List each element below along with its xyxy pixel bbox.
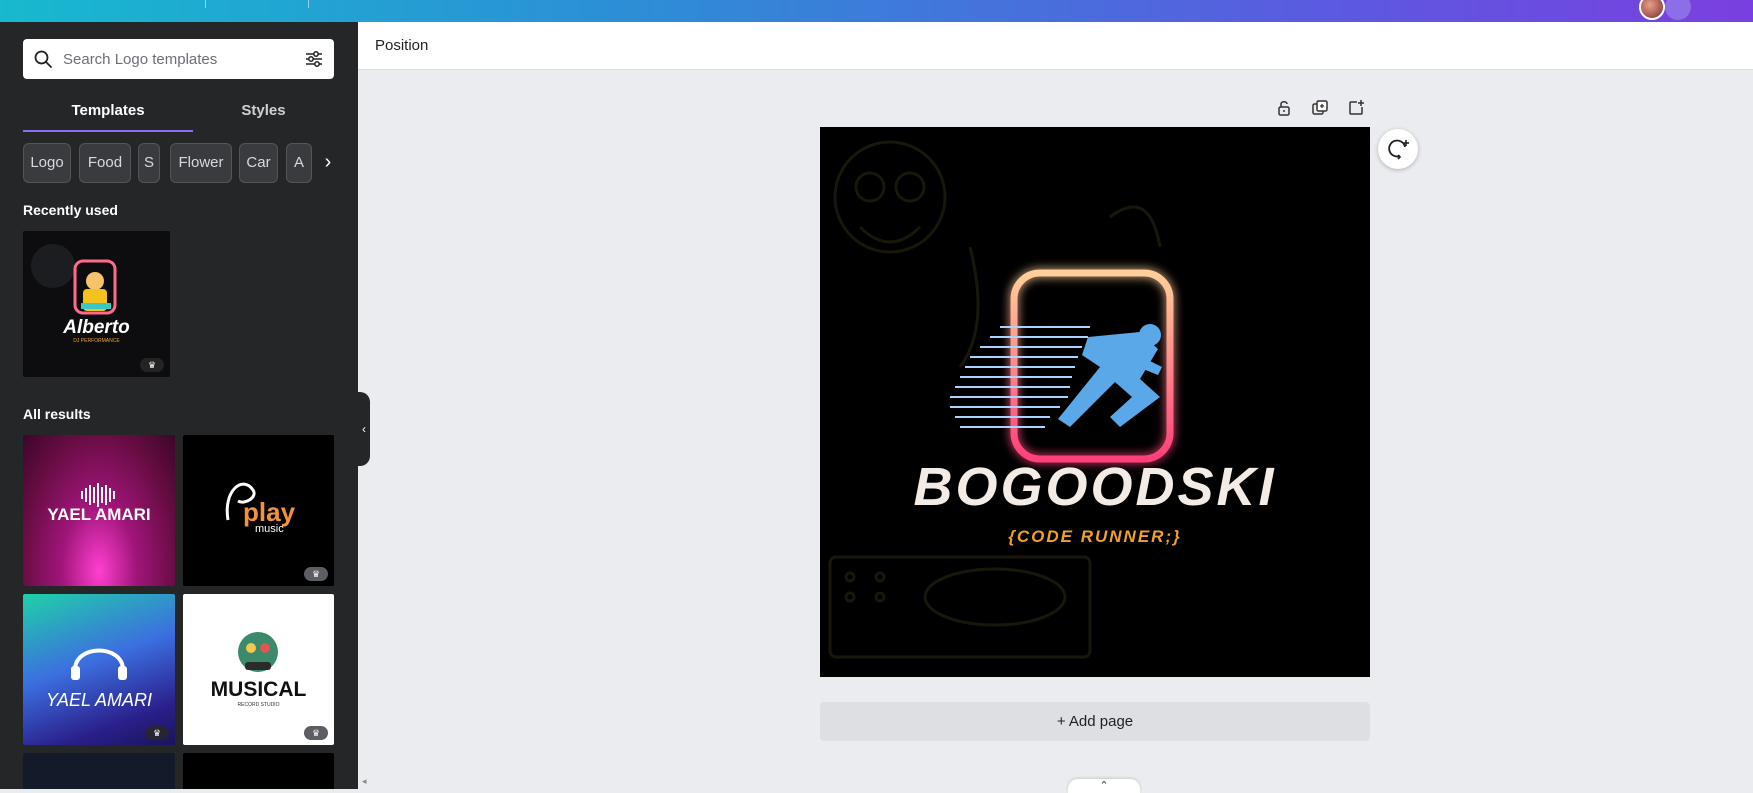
chip-a[interactable]: A <box>286 143 312 183</box>
scroll-left-icon[interactable]: ◂ <box>362 776 367 787</box>
chip-flower[interactable]: Flower <box>170 143 232 183</box>
brand-title: BOGOODSKI <box>913 457 1276 517</box>
thumb-title: Alberto <box>63 317 130 338</box>
template-partial[interactable] <box>183 753 334 789</box>
refresh-add-icon <box>1388 139 1409 160</box>
template-yael-amari-blue[interactable]: YAEL AMARI ♛ <box>23 594 175 745</box>
collaborator-avatar[interactable] <box>1665 0 1691 20</box>
lock-icon[interactable] <box>1274 98 1294 118</box>
thumb-title: MUSICAL <box>210 678 307 701</box>
thumb-title: YAEL AMARI <box>45 690 153 710</box>
templates-panel: Templates Styles Logo Food S Flower Car … <box>0 22 358 789</box>
user-avatar[interactable] <box>1639 0 1665 20</box>
chevron-right-icon[interactable]: › <box>317 143 339 183</box>
position-button[interactable]: Position <box>375 37 428 54</box>
regenerate-button[interactable] <box>1378 129 1418 169</box>
filter-icon[interactable] <box>304 49 324 69</box>
thumb-title: YAEL AMARI <box>47 505 151 524</box>
all-results-heading: All results <box>23 406 91 422</box>
tab-templates[interactable]: Templates <box>23 96 193 132</box>
premium-crown-icon: ♛ <box>140 358 164 372</box>
search-icon <box>34 50 52 68</box>
design-canvas[interactable]: BOGOODSKI {CODE RUNNER;} <box>820 127 1370 677</box>
pages-drawer-handle[interactable]: ⌃ <box>1068 779 1140 793</box>
chip-logo[interactable]: Logo <box>23 143 71 183</box>
alberto-thumbnail-art <box>23 231 170 377</box>
chip-car[interactable]: Car <box>239 143 278 183</box>
thumb-subtitle: RECORD STUDIO <box>237 702 280 708</box>
mascot-illustration <box>238 632 278 672</box>
category-chips: Logo Food S Flower Car A › <box>23 143 343 183</box>
collapse-panel-button[interactable]: ‹ <box>358 392 370 466</box>
recent-template-alberto[interactable]: Alberto DJ PERFORMANCE ♛ <box>23 231 170 377</box>
template-yael-amari-pink[interactable]: YAEL AMARI <box>23 435 175 586</box>
header-separator <box>308 0 309 8</box>
editor-toolbar: Position <box>358 22 1753 70</box>
premium-crown-icon: ♛ <box>145 726 169 740</box>
premium-crown-icon: ♛ <box>304 567 328 581</box>
tab-styles[interactable]: Styles <box>193 96 334 132</box>
chip-food[interactable]: Food <box>79 143 131 183</box>
add-page-icon[interactable] <box>1346 98 1366 118</box>
headphones-icon <box>71 648 127 680</box>
thumb-subtitle: DJ PERFORMANCE <box>73 338 120 344</box>
panel-tabs: Templates Styles <box>23 96 334 132</box>
recently-used-heading: Recently used <box>23 202 118 218</box>
top-header-bar <box>0 0 1753 22</box>
thumb-subtitle: music <box>255 523 284 535</box>
header-separator <box>205 0 206 8</box>
chip-s[interactable]: S <box>138 143 160 183</box>
brand-tagline: {CODE RUNNER;} <box>1008 527 1181 546</box>
logo-artwork: BOGOODSKI {CODE RUNNER;} <box>828 140 1276 659</box>
template-play-music[interactable]: play music ♛ <box>183 435 334 586</box>
search-box[interactable] <box>23 39 334 79</box>
template-musical[interactable]: MUSICAL RECORD STUDIO ♛ <box>183 594 334 745</box>
add-page-button[interactable]: + Add page <box>820 702 1370 741</box>
premium-crown-icon: ♛ <box>304 726 328 740</box>
template-partial[interactable] <box>23 753 175 789</box>
duplicate-icon[interactable] <box>1310 98 1330 118</box>
search-input[interactable] <box>63 47 293 71</box>
